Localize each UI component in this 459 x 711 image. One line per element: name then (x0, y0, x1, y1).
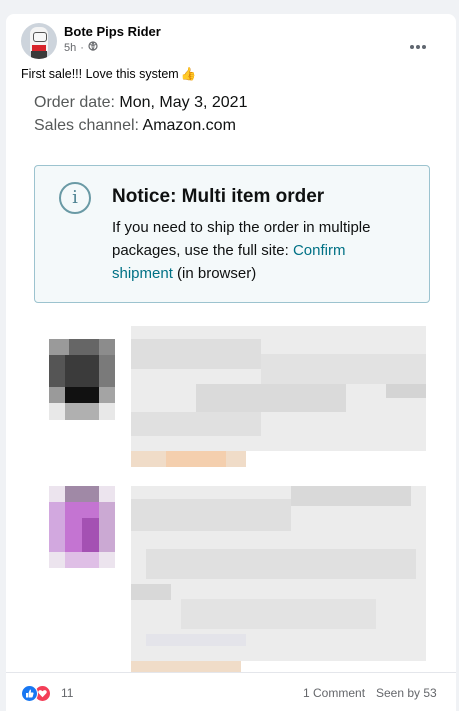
like-reaction-icon[interactable] (21, 685, 38, 702)
order-date: Order date: Mon, May 3, 2021 (34, 94, 247, 112)
notice-title: Notice: Multi item order (112, 186, 325, 207)
notice-box: i Notice: Multi item order If you need t… (34, 165, 430, 303)
sales-channel: Sales channel: Amazon.com (34, 117, 236, 135)
info-icon: i (59, 182, 91, 214)
post-author[interactable]: Bote Pips Rider (64, 24, 161, 39)
post-text: First sale!!! Love this system 👍 (21, 67, 196, 82)
post-card: Bote Pips Rider 5h · First sale!!! Love … (6, 14, 456, 711)
reactions-bar: 11 1 Comment Seen by 53 (6, 672, 456, 711)
post-time[interactable]: 5h (64, 42, 76, 54)
more-options-icon[interactable] (410, 36, 428, 54)
comment-count-link[interactable]: 1 Comment (303, 686, 365, 700)
reaction-count[interactable]: 11 (61, 686, 73, 700)
sales-channel-value: Amazon.com (142, 117, 236, 134)
order-date-label: Order date: (34, 94, 115, 111)
public-globe-icon (88, 41, 98, 54)
notice-body: If you need to ship the order in multipl… (112, 219, 371, 282)
order-date-value: Mon, May 3, 2021 (119, 94, 248, 111)
confirm-shipment-link-cont[interactable]: shipment (112, 265, 173, 282)
confirm-shipment-link[interactable]: Confirm (293, 242, 346, 259)
post-message: First sale!!! Love this system (21, 67, 179, 81)
post-image[interactable]: Order date: Mon, May 3, 2021 Sales chann… (6, 94, 456, 672)
sales-channel-label: Sales channel: (34, 117, 139, 134)
post-meta: 5h · (64, 41, 98, 54)
thumbs-up-emoji: 👍 (180, 67, 197, 81)
avatar[interactable] (21, 23, 57, 59)
seen-by-count[interactable]: Seen by 53 (376, 686, 437, 700)
